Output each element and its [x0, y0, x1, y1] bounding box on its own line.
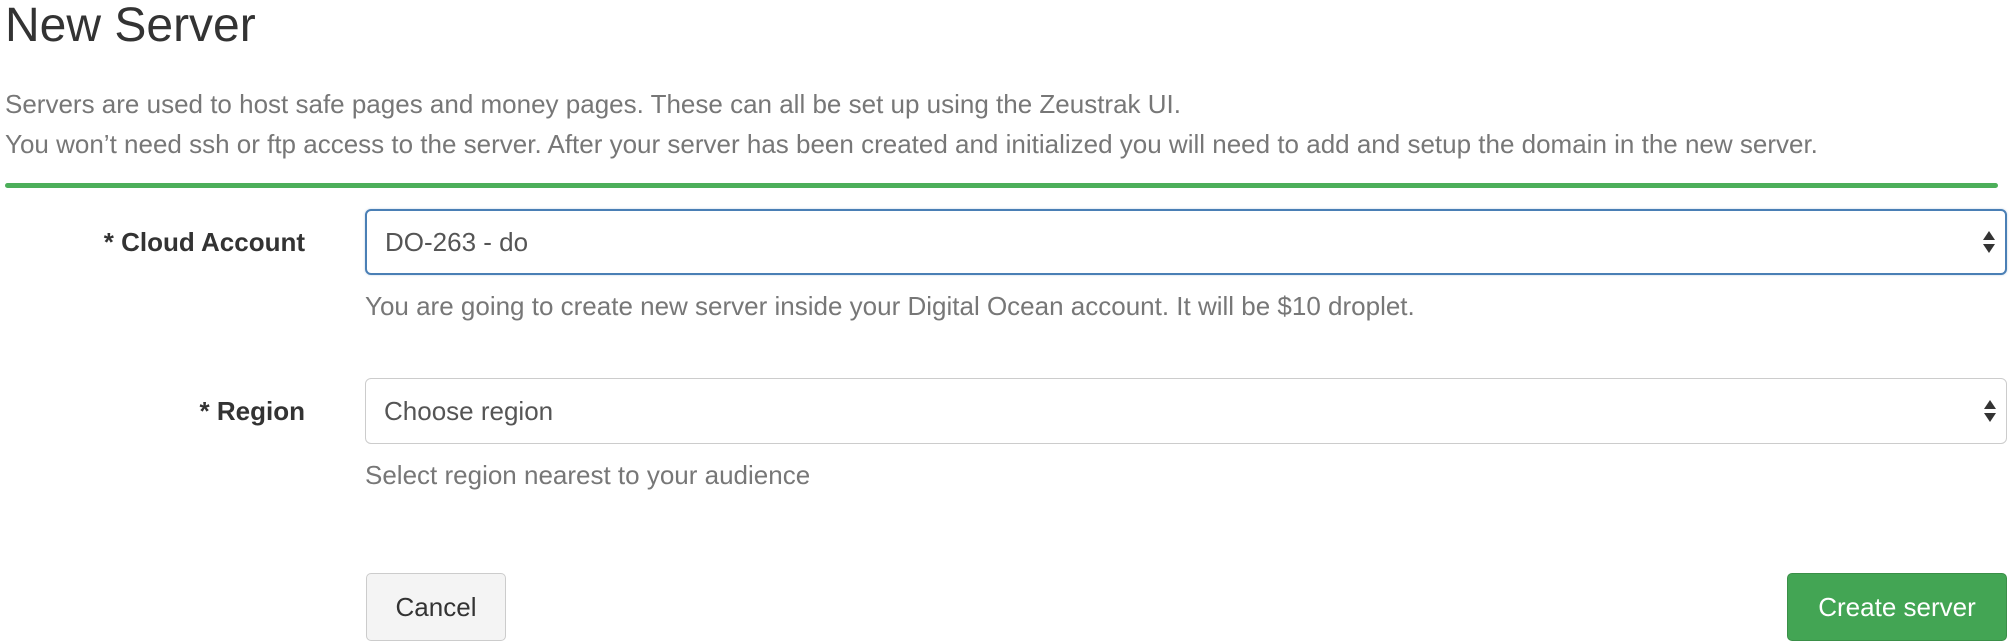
intro-line-1: Servers are used to host safe pages and … — [5, 89, 1181, 119]
region-select[interactable]: Choose region — [365, 378, 2007, 444]
page-title: New Server — [5, 0, 256, 52]
region-value: Choose region — [384, 395, 554, 426]
page-intro: Servers are used to host safe pages and … — [5, 84, 1818, 164]
region-help: Select region nearest to your audience — [365, 460, 811, 490]
section-divider — [5, 183, 1998, 188]
sort-arrows-icon — [1983, 231, 1995, 253]
region-label: * Region — [199, 396, 305, 426]
cloud-account-value: DO-263 - do — [385, 226, 529, 257]
cloud-account-label: * Cloud Account — [103, 227, 305, 257]
sort-arrows-icon — [1984, 400, 1996, 422]
cloud-account-help: You are going to create new server insid… — [365, 291, 1415, 321]
cancel-button[interactable]: Cancel — [366, 573, 506, 641]
create-server-button[interactable]: Create server — [1787, 573, 2007, 641]
intro-line-2: You won’t need ssh or ftp access to the … — [5, 129, 1818, 159]
new-server-page: New Server Servers are used to host safe… — [0, 0, 2010, 644]
cloud-account-select[interactable]: DO-263 - do — [365, 209, 2007, 275]
